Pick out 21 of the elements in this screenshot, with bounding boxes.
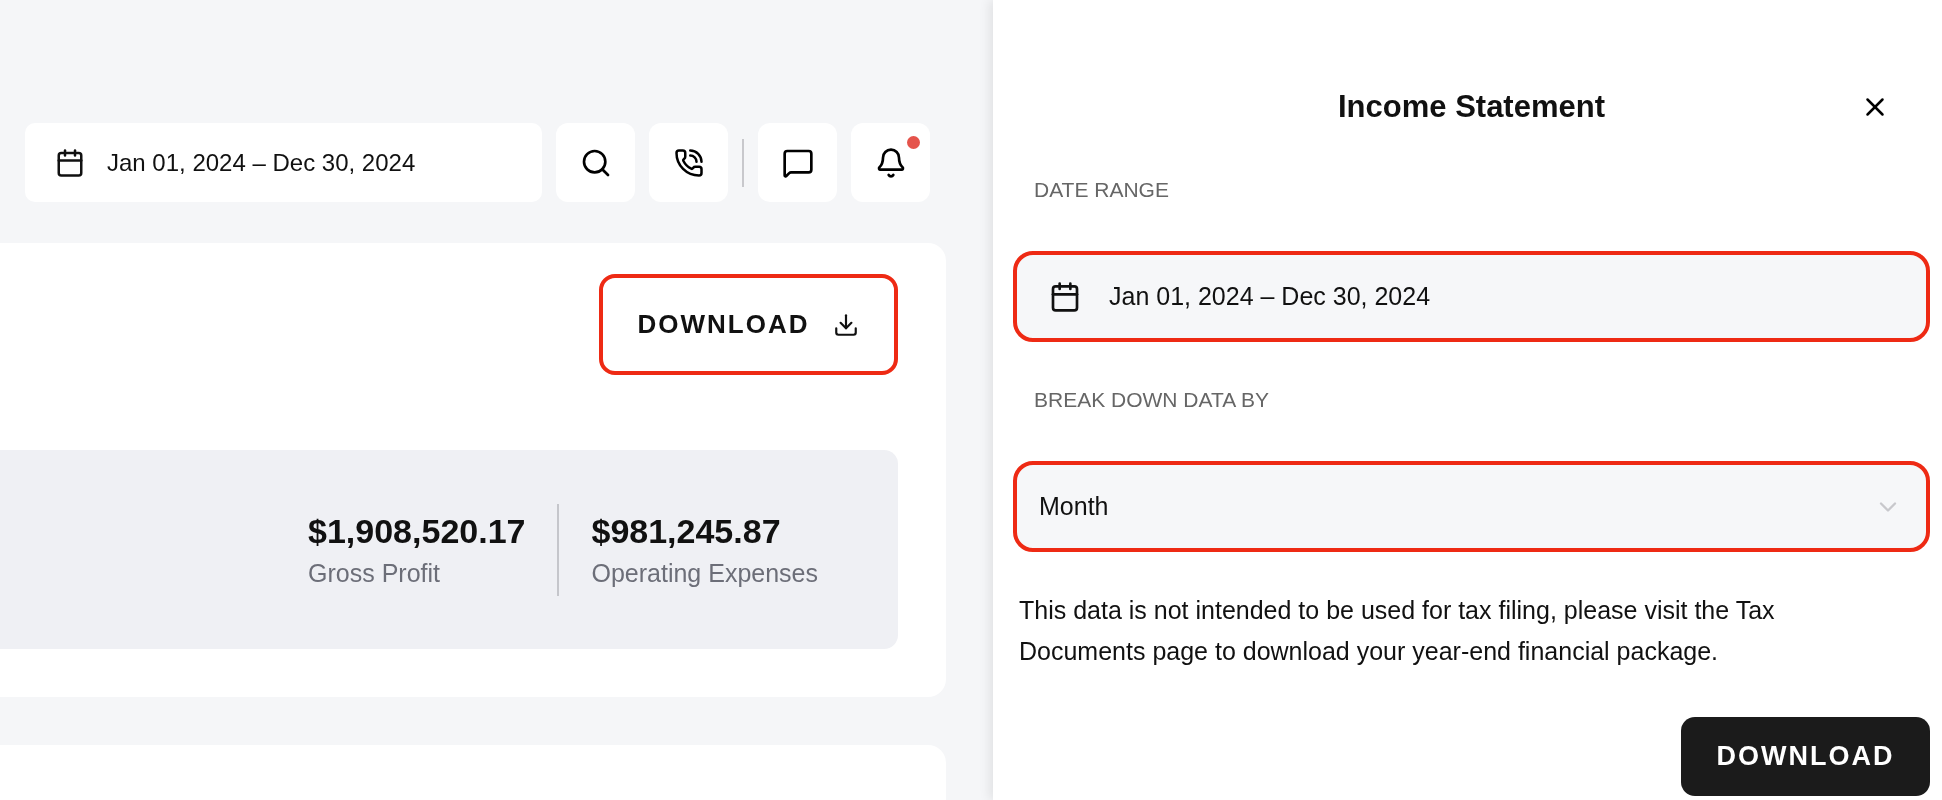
phone-icon — [673, 147, 704, 178]
notification-button[interactable] — [851, 123, 930, 202]
stat-label: Gross Profit — [308, 558, 441, 588]
breakdown-select[interactable]: Month — [1013, 461, 1930, 552]
message-button[interactable] — [758, 123, 837, 202]
search-button[interactable] — [556, 123, 635, 202]
section-label: BREAK DOWN DATA BY — [1034, 388, 1270, 412]
disclaimer-text: This data is not intended to be used for tax filing, please visit the Tax Documents page to download your year-end financial package. — [1019, 595, 1776, 667]
stat-value: $981,245.87 — [591, 511, 782, 551]
calendar-icon — [1049, 280, 1081, 313]
calendar-icon — [55, 147, 85, 178]
download-icon — [833, 311, 860, 338]
phone-button[interactable] — [649, 123, 728, 202]
date-range-picker[interactable]: Jan 01, 2024 – Dec 30, 2024 — [25, 123, 542, 202]
download-button[interactable]: DOWNLOAD — [1681, 717, 1930, 796]
section-label: DATE RANGE — [1034, 178, 1170, 202]
stat-label: Operating Expenses — [591, 558, 818, 588]
panel-title: Income Statement — [1338, 89, 1605, 125]
download-button[interactable]: DOWNLOAD — [599, 274, 898, 375]
date-range-field[interactable]: Jan 01, 2024 – Dec 30, 2024 — [1013, 251, 1930, 342]
stat-value: $1,908,520.17 — [308, 511, 526, 551]
